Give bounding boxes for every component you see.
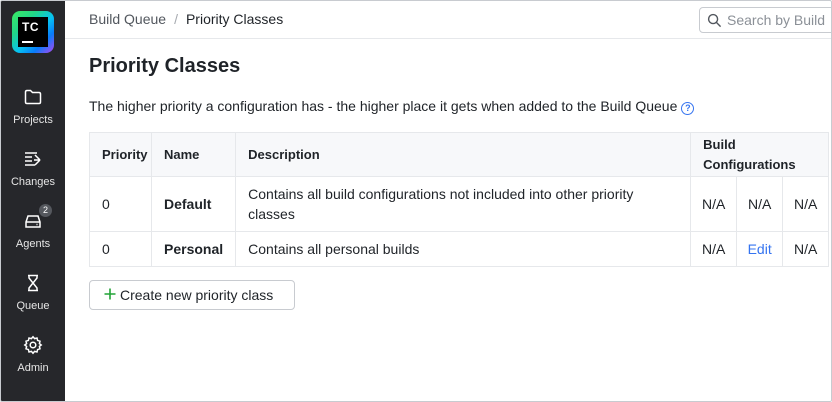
sidebar-item-agents[interactable]: 2 Agents [1,204,65,263]
priority-classes-table: Priority Name Description Build Configur… [89,132,830,267]
page-description: The higher priority a configuration has … [89,98,695,115]
build-config-cell: N/A [690,176,738,232]
page-title: Priority Classes [89,55,241,77]
table-row: 0 Default Contains all build configurati… [89,176,830,232]
build-config-cell: N/A [736,176,784,232]
sidebar-item-label: Projects [13,114,53,126]
name-cell: Personal [150,231,237,267]
sidebar-item-label: Queue [16,300,50,312]
help-icon[interactable]: ? [681,102,695,115]
breadcrumb-priority-classes: Priority Classes [185,11,284,27]
sidebar-item-label: Admin [17,362,49,374]
search-input[interactable] [727,11,831,29]
changes-icon [25,152,41,166]
description-cell: Contains all build configurations not in… [235,176,692,232]
search-box[interactable] [699,7,831,33]
edit-cell: Edit [736,231,784,267]
edit-link[interactable]: Edit [748,241,772,257]
breadcrumb-build-queue[interactable]: Build Queue [89,11,166,27]
description-text: The higher priority a configuration has … [89,98,678,114]
priority-cell: 0 [89,231,152,267]
build-config-cell: N/A [690,231,738,267]
build-config-cell: N/A [782,176,830,232]
search-icon [707,13,722,28]
app-window: TC Projects Changes 2 Agents Queue Admin… [0,0,832,402]
agents-count-badge: 2 [39,204,52,217]
column-header-description: Description [235,132,692,177]
table-row: 0 Personal Contains all personal builds … [89,231,830,267]
sidebar-item-label: Agents [15,238,51,250]
create-priority-class-button[interactable]: Create new priority class [89,280,295,310]
teamcity-logo[interactable]: TC [12,11,54,53]
sidebar-item-queue[interactable]: Queue [1,269,65,325]
create-button-label: Create new priority class [120,287,274,303]
column-header-build-configurations: Build Configurations [690,132,830,177]
folder-icon [24,89,42,105]
hourglass-icon [28,274,38,292]
column-header-priority: Priority [89,132,152,177]
breadcrumb-separator: / [174,11,178,27]
top-header: Build Queue / Priority Classes [65,1,831,39]
column-header-name: Name [150,132,237,177]
sidebar-item-admin[interactable]: Admin [1,331,65,387]
logo-bar [22,41,33,43]
sidebar: TC Projects Changes 2 Agents Queue Admin [1,1,65,401]
table-header-row: Priority Name Description Build Configur… [89,132,830,177]
plus-icon [104,288,116,300]
description-cell: Contains all personal builds [235,231,692,267]
gear-icon [23,335,43,355]
sidebar-item-label: Changes [10,176,56,188]
name-cell: Default [150,176,237,232]
sidebar-item-changes[interactable]: Changes [1,145,65,201]
sidebar-item-projects[interactable]: Projects [1,83,65,139]
breadcrumb: Build Queue / Priority Classes [89,11,283,27]
priority-cell: 0 [89,176,152,232]
build-config-cell: N/A [782,231,830,267]
